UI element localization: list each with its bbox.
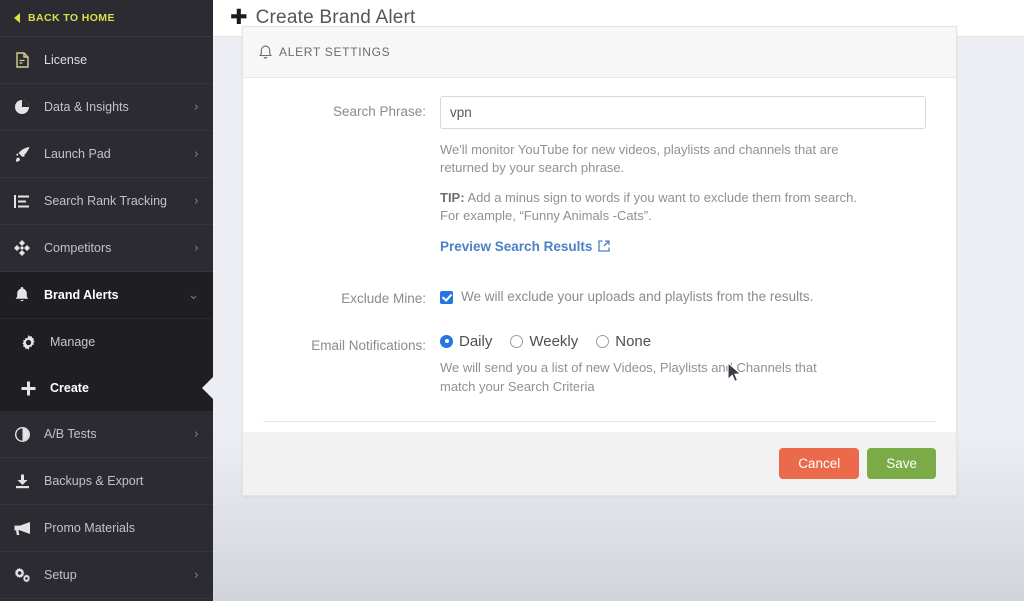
tip-prefix: TIP: — [440, 189, 465, 205]
sidebar-item-competitors[interactable]: Competitors › — [0, 225, 213, 272]
sidebar-item-label: Promo Materials — [44, 521, 135, 535]
sidebar: BACK TO HOME License Data & Insights › L… — [0, 0, 213, 601]
rocket-icon — [12, 145, 32, 163]
email-notifications-row: Email Notifications: Daily Weekly None W… — [243, 330, 956, 397]
card-header-title: ALERT SETTINGS — [279, 45, 391, 59]
search-phrase-tip: TIP: Add a minus sign to words if you wa… — [440, 189, 860, 226]
card-body: Search Phrase: We'll monitor YouTube for… — [243, 78, 956, 432]
sidebar-item-label: Create — [50, 381, 89, 395]
radio-option-none[interactable]: None — [596, 333, 651, 350]
list-icon — [12, 192, 32, 210]
compass-icon — [12, 239, 32, 257]
preview-search-results-label: Preview Search Results — [440, 238, 593, 254]
file-license-icon — [12, 51, 32, 69]
chevron-right-icon: › — [193, 193, 199, 209]
cancel-button[interactable]: Cancel — [779, 447, 860, 479]
form-divider — [263, 420, 936, 422]
email-notifications-field: Daily Weekly None We will send you a lis… — [440, 330, 926, 397]
save-button[interactable]: Save — [867, 447, 936, 479]
pie-chart-icon — [12, 98, 32, 116]
sidebar-item-create[interactable]: Create — [0, 365, 213, 411]
caret-left-icon — [14, 13, 20, 23]
search-phrase-row: Search Phrase: We'll monitor YouTube for… — [243, 96, 956, 256]
tip-text: Add a minus sign to words if you want to… — [440, 189, 857, 224]
sidebar-item-setup[interactable]: Setup › — [0, 552, 213, 599]
exclude-mine-text: We will exclude your uploads and playlis… — [461, 288, 814, 304]
exclude-mine-label: Exclude Mine: — [341, 290, 426, 306]
sidebar-item-label: Backups & Export — [44, 474, 144, 488]
search-phrase-label: Search Phrase: — [332, 104, 426, 119]
back-to-home-link[interactable]: BACK TO HOME — [0, 0, 213, 37]
sidebar-item-label: Search Rank Tracking — [44, 194, 167, 208]
main-content: ✚ Create Brand Alert ALERT SETTINGS Sear… — [213, 0, 1024, 601]
sidebar-item-promo-materials[interactable]: Promo Materials — [0, 505, 213, 552]
sidebar-item-license[interactable]: License — [0, 37, 213, 84]
sidebar-item-data-insights[interactable]: Data & Insights › — [0, 84, 213, 131]
sidebar-item-backups-export[interactable]: Backups & Export — [0, 458, 213, 505]
sidebar-item-label: Data & Insights — [44, 100, 129, 114]
chevron-right-icon: › — [193, 426, 199, 442]
app-root: BACK TO HOME License Data & Insights › L… — [0, 0, 1024, 601]
chevron-down-icon: ⌄ — [188, 287, 199, 303]
contrast-circle-icon — [12, 425, 32, 443]
sidebar-group-brand-alerts: Brand Alerts ⌄ Manage Create — [0, 272, 213, 411]
megaphone-icon — [12, 519, 32, 537]
sidebar-item-label: Launch Pad — [44, 147, 111, 161]
sidebar-item-label: A/B Tests — [44, 427, 97, 441]
radio-daily[interactable] — [440, 334, 453, 348]
plus-icon — [18, 379, 38, 397]
chevron-right-icon: › — [193, 146, 199, 162]
chevron-right-icon: › — [193, 99, 199, 115]
bell-icon — [12, 286, 32, 304]
exclude-mine-checkbox-line[interactable]: We will exclude your uploads and playlis… — [440, 283, 926, 304]
chevron-right-icon: › — [193, 240, 199, 256]
email-notifications-label: Email Notifications: — [311, 337, 426, 353]
sidebar-item-label: License — [44, 53, 88, 67]
alert-settings-card: ALERT SETTINGS Search Phrase: We'll moni… — [242, 26, 957, 496]
chevron-right-icon: › — [193, 567, 199, 583]
preview-search-results-link[interactable]: Preview Search Results — [440, 239, 610, 254]
gear-icon — [18, 333, 38, 351]
radio-daily-label: Daily — [459, 332, 493, 350]
sidebar-item-launch-pad[interactable]: Launch Pad › — [0, 131, 213, 178]
search-phrase-input[interactable] — [440, 96, 926, 129]
sidebar-item-label: Competitors — [44, 241, 112, 255]
sidebar-item-manage[interactable]: Manage — [0, 319, 213, 365]
exclude-mine-field: We will exclude your uploads and playlis… — [440, 283, 926, 306]
exclude-mine-row: Exclude Mine: We will exclude your uploa… — [243, 283, 956, 306]
sidebar-item-label: Manage — [50, 335, 96, 349]
search-phrase-help: We'll monitor YouTube for new videos, pl… — [440, 142, 839, 176]
download-icon — [12, 472, 32, 490]
card-footer: Cancel Save — [243, 431, 956, 495]
radio-weekly-label: Weekly — [529, 332, 579, 350]
exclude-mine-checkbox[interactable] — [440, 290, 453, 304]
sidebar-item-search-rank-tracking[interactable]: Search Rank Tracking › — [0, 178, 213, 225]
sidebar-item-label: Setup — [44, 568, 77, 582]
radio-option-daily[interactable]: Daily — [440, 333, 492, 350]
search-phrase-field: We'll monitor YouTube for new videos, pl… — [440, 96, 926, 256]
radio-none-label: None — [615, 332, 652, 350]
gears-icon — [12, 566, 32, 584]
radio-option-weekly[interactable]: Weekly — [510, 333, 578, 350]
radio-weekly[interactable] — [510, 334, 524, 348]
radio-none[interactable] — [596, 334, 610, 348]
email-notifications-help: We will send you a list of new Videos, P… — [440, 359, 817, 394]
bell-icon — [259, 44, 272, 60]
sidebar-item-brand-alerts[interactable]: Brand Alerts ⌄ — [0, 272, 213, 319]
email-notifications-radio-group: Daily Weekly None — [440, 330, 926, 350]
external-link-icon — [598, 240, 610, 252]
active-item-marker — [202, 376, 213, 400]
card-header: ALERT SETTINGS — [243, 27, 956, 78]
plus-icon: ✚ — [230, 4, 248, 29]
sidebar-item-ab-tests[interactable]: A/B Tests › — [0, 411, 213, 458]
back-to-home-label: BACK TO HOME — [28, 12, 115, 24]
sidebar-item-label: Brand Alerts — [44, 288, 119, 302]
